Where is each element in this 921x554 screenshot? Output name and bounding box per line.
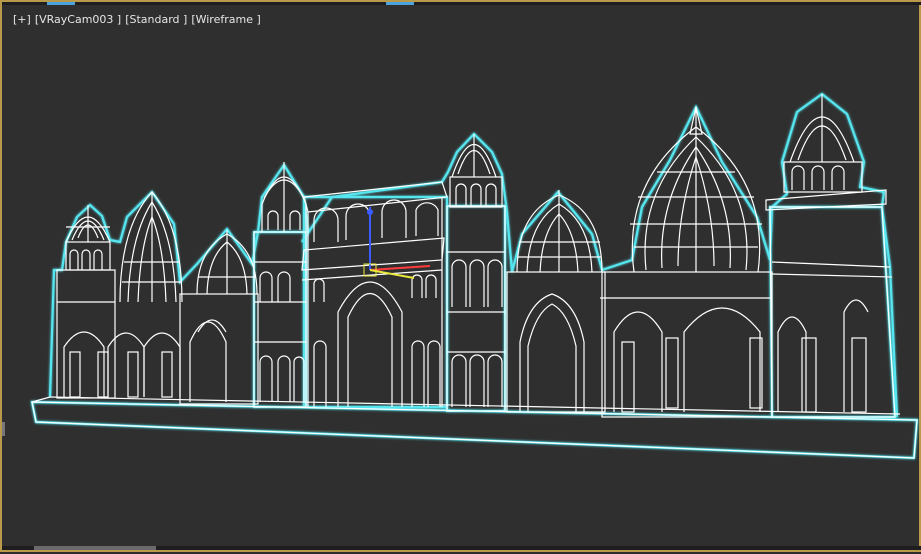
timeline-scroll-thumb[interactable] — [34, 546, 156, 550]
viewport-edge-tick — [2, 422, 5, 436]
mesh-wireframe — [31, 94, 918, 459]
perspective-viewport[interactable]: [+] [VRayCam003 ] [Standard ] [Wireframe… — [0, 0, 921, 552]
palace-wireframe-icon[interactable] — [2, 2, 921, 554]
viewport-bottom-strip — [2, 546, 921, 550]
